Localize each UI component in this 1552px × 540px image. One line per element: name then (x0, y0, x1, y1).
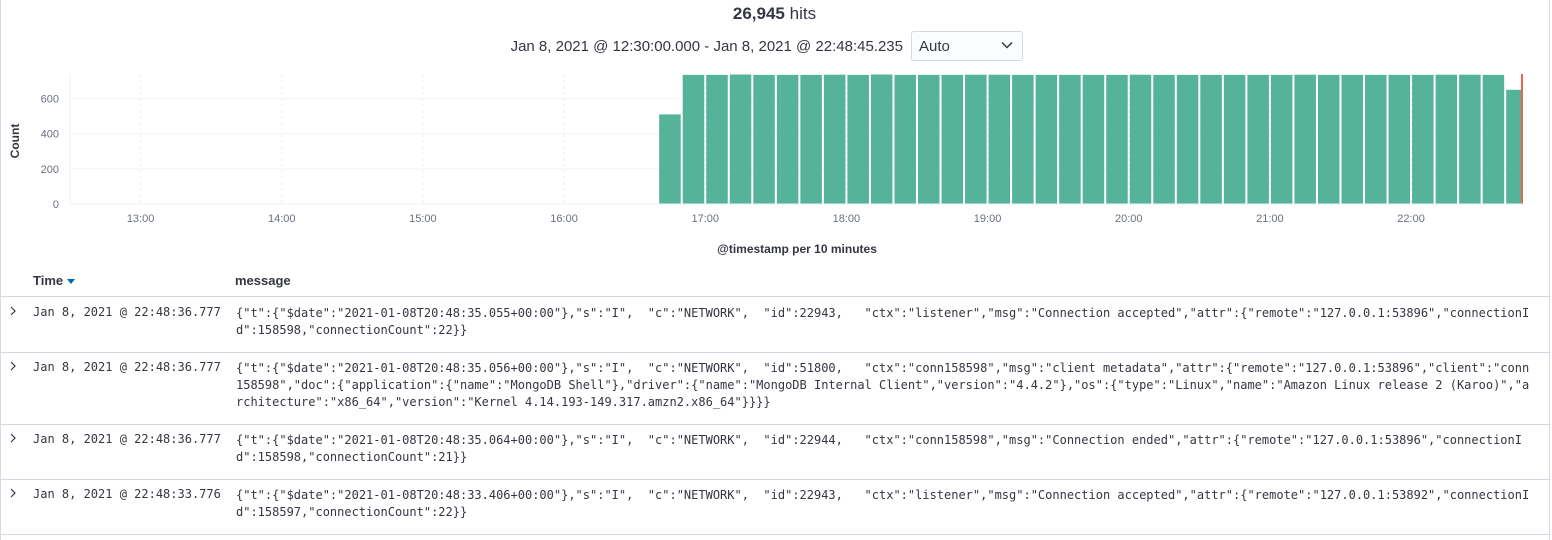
x-tick-label: 22:00 (1397, 213, 1425, 225)
column-header-time-label: Time (33, 273, 64, 288)
histogram-bar[interactable] (1200, 74, 1222, 204)
histogram-bar[interactable] (1176, 74, 1199, 204)
histogram-bar[interactable] (753, 74, 775, 204)
histogram-bar[interactable] (1247, 74, 1269, 204)
histogram-bar[interactable] (1435, 74, 1458, 205)
row-message: {"t":{"$date":"2021-01-08T20:48:35.055+0… (236, 306, 1530, 337)
row-timestamp: Jan 8, 2021 @ 22:48:33.776 (33, 487, 221, 501)
histogram-bar[interactable] (800, 74, 822, 204)
histogram-bar[interactable] (1412, 74, 1434, 204)
y-tick-label: 0 (53, 199, 59, 211)
histogram-bar[interactable] (1082, 74, 1105, 204)
hits-summary: 26,945 hits (0, 4, 1549, 24)
table-row: Jan 8, 2021 @ 22:48:36.777 {"t":{"$date":… (0, 424, 1549, 480)
time-interval-row: Jan 8, 2021 @ 12:30:00.000 - Jan 8, 2021… (0, 31, 1549, 63)
histogram-bar[interactable] (823, 74, 846, 205)
histogram-bar[interactable] (1459, 74, 1481, 205)
histogram-bar[interactable] (729, 74, 752, 204)
histogram-bar[interactable] (1106, 74, 1128, 204)
chevron-right-icon[interactable] (8, 488, 18, 498)
x-tick-label: 19:00 (974, 213, 1002, 225)
table-row: Jan 8, 2021 @ 22:48:36.777 {"t":{"$date":… (0, 297, 1549, 353)
histogram-bar[interactable] (1059, 74, 1081, 204)
histogram-bar[interactable] (870, 74, 893, 204)
histogram-bar[interactable] (1294, 74, 1316, 205)
panel-right-border (1549, 0, 1550, 540)
table-row: Jan 8, 2021 @ 22:48:33.776 {"t":{"$date":… (0, 479, 1549, 535)
hits-label: hits (789, 4, 817, 23)
row-message: {"t":{"$date":"2021-01-08T20:48:33.406+0… (236, 488, 1530, 519)
interval-select-value: Auto (919, 38, 950, 55)
histogram-bar[interactable] (965, 74, 987, 205)
column-header-message: message (235, 273, 291, 288)
histogram-bar[interactable] (1365, 74, 1387, 204)
x-tick-label: 13:00 (127, 213, 155, 225)
histogram-bar[interactable] (941, 74, 964, 204)
row-message: {"t":{"$date":"2021-01-08T20:48:35.056+0… (236, 361, 1530, 409)
histogram-bar[interactable] (1129, 74, 1152, 205)
histogram-bar[interactable] (1153, 74, 1175, 204)
histogram-bar[interactable] (1482, 74, 1505, 204)
y-tick-label: 200 (41, 164, 59, 176)
histogram-bar[interactable] (659, 114, 681, 204)
histogram-bar[interactable] (682, 74, 705, 204)
table-header: Time message (0, 268, 1549, 297)
x-tick-label: 20:00 (1115, 213, 1143, 225)
x-tick-label: 16:00 (550, 213, 578, 225)
histogram-bar[interactable] (776, 74, 799, 204)
y-tick-label: 600 (41, 94, 59, 106)
histogram-bar[interactable] (1341, 74, 1364, 204)
histogram-bar[interactable] (1317, 74, 1340, 204)
histogram-bar[interactable] (988, 74, 1011, 205)
column-header-time[interactable]: Time (33, 273, 76, 288)
y-tick-label: 400 (41, 129, 59, 141)
chevron-down-icon (1001, 41, 1013, 49)
row-message: {"t":{"$date":"2021-01-08T20:48:35.064+0… (236, 433, 1522, 464)
hits-count: 26,945 (732, 4, 785, 23)
row-timestamp: Jan 8, 2021 @ 22:48:36.777 (33, 432, 221, 446)
histogram-bar[interactable] (917, 74, 940, 204)
histogram-bar[interactable] (1506, 89, 1523, 204)
histogram-bar[interactable] (894, 74, 916, 204)
histogram-bar[interactable] (1388, 74, 1411, 204)
histogram-bar[interactable] (1270, 74, 1293, 204)
histogram-chart[interactable]: 0 200 400 600 13:00 14:00 15:00 16:00 17:00 18:00… (0, 66, 1549, 262)
row-timestamp: Jan 8, 2021 @ 22:48:36.777 (33, 360, 221, 374)
chevron-right-icon[interactable] (8, 361, 18, 371)
chevron-right-icon[interactable] (8, 433, 18, 443)
x-tick-label: 18:00 (833, 213, 861, 225)
chevron-right-icon[interactable] (8, 306, 18, 316)
histogram-bar[interactable] (1012, 74, 1034, 204)
y-axis-label: Count (8, 124, 22, 159)
histogram-bar[interactable] (1223, 74, 1246, 204)
x-axis-label: @timestamp per 10 minutes (717, 242, 877, 256)
histogram-bar[interactable] (1035, 74, 1058, 204)
sort-descending-icon[interactable] (67, 279, 76, 285)
x-tick-label: 15:00 (409, 213, 437, 225)
x-tick-label: 21:00 (1256, 213, 1284, 225)
interval-select[interactable]: Auto (911, 31, 1023, 61)
chart-bars (659, 74, 1523, 205)
table-row: Jan 8, 2021 @ 22:48:36.777 {"t":{"$date":… (0, 352, 1549, 425)
row-timestamp: Jan 8, 2021 @ 22:48:36.777 (33, 305, 221, 319)
x-tick-label: 14:00 (268, 213, 296, 225)
histogram-bar[interactable] (847, 74, 869, 204)
histogram-bar[interactable] (706, 74, 728, 204)
x-tick-label: 17:00 (691, 213, 719, 225)
time-range-text: Jan 8, 2021 @ 12:30:00.000 - Jan 8, 2021… (510, 38, 903, 55)
